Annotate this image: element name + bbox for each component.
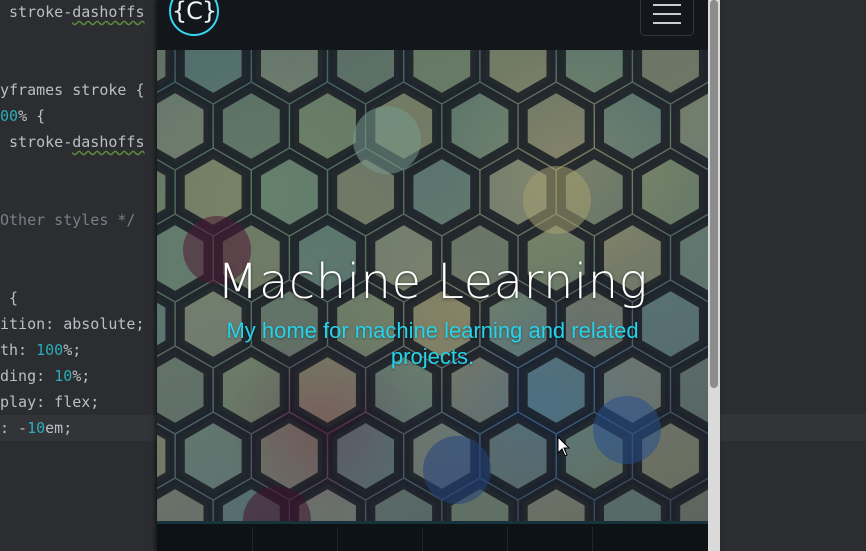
code-token: { (0, 289, 19, 307)
hero-banner: Machine Learning My home for machine lea… (157, 50, 708, 524)
code-token: : - (0, 419, 28, 437)
code-token: yframes stroke { (0, 81, 145, 99)
code-line[interactable]: th: 100%; (0, 337, 81, 363)
hamburger-menu-button[interactable] (640, 0, 694, 36)
code-token: ding: (0, 367, 55, 385)
code-token: dashoffs (72, 3, 145, 21)
code-token: Other styles */ (0, 211, 136, 229)
code-token: 100 (36, 341, 64, 359)
code-token: th: (0, 341, 37, 359)
code-editor-right[interactable] (720, 0, 866, 551)
scrollbar-thumb[interactable] (710, 0, 718, 388)
code-line[interactable]: { (0, 285, 18, 311)
hamburger-menu-icon-bar (653, 13, 681, 15)
code-line[interactable]: Other styles */ (0, 207, 135, 233)
code-line[interactable]: 00% { (0, 103, 45, 129)
hero-subtitle: My home for machine learning and related… (226, 318, 639, 369)
hamburger-menu-icon-bar (653, 22, 681, 24)
strip-divider (252, 527, 253, 551)
current-line-highlight (720, 414, 866, 441)
strip-divider (422, 527, 423, 551)
hero-title: Machine Learning (217, 254, 648, 310)
code-editor-left[interactable]: stroke-dashoffs yframes stroke { 00% { str… (0, 0, 157, 551)
strip-divider (337, 527, 338, 551)
code-token: % { (18, 107, 46, 125)
code-token: dashoffs (72, 133, 145, 151)
code-token: stroke- (0, 3, 73, 21)
strip-divider (592, 527, 593, 551)
strip-divider (507, 527, 508, 551)
code-token: 10 (54, 367, 73, 385)
code-line[interactable]: stroke-dashoffs (0, 0, 145, 25)
code-token: %; (63, 341, 82, 359)
site-logo[interactable]: {C} (169, 0, 219, 36)
mouse-pointer-icon (557, 436, 571, 457)
code-line[interactable]: : -10em; (0, 415, 157, 441)
code-token: ition: absolute; (0, 315, 145, 333)
code-token: %; (72, 367, 91, 385)
code-token: 00 (0, 107, 19, 125)
next-section-edge (157, 521, 708, 551)
browser-window: {C} Machine Learning My home for machine… (157, 0, 720, 551)
code-line[interactable]: play: flex; (0, 389, 99, 415)
code-token: em; (45, 419, 73, 437)
navbar: {C} (157, 0, 708, 50)
code-line[interactable]: yframes stroke { (0, 77, 145, 103)
code-line[interactable]: ition: absolute; (0, 311, 145, 337)
hamburger-menu-icon (653, 4, 681, 6)
code-line[interactable]: stroke-dashoffs (0, 129, 145, 155)
vertical-scrollbar[interactable] (708, 0, 720, 551)
code-token: stroke- (0, 133, 73, 151)
code-token: 10 (27, 419, 46, 437)
code-line[interactable]: ding: 10%; (0, 363, 90, 389)
code-token: play: flex; (0, 393, 100, 411)
